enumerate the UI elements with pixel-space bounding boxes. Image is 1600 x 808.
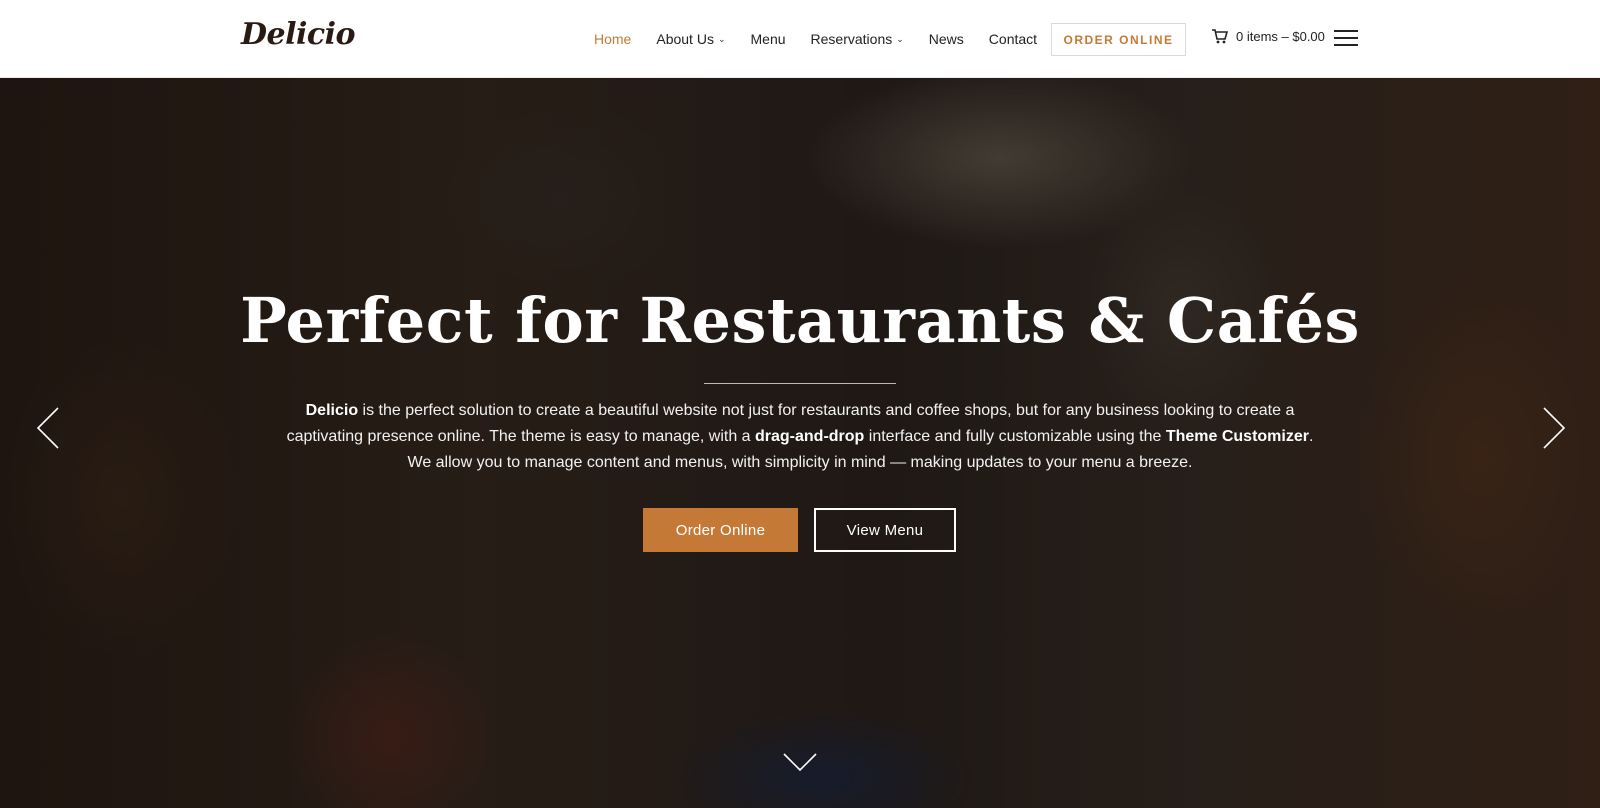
- nav-item-about-us[interactable]: About Us ⌄: [656, 31, 725, 47]
- nav-item-label: Reservations: [810, 31, 893, 47]
- chevron-down-icon: ⌄: [896, 33, 904, 44]
- hero-divider: [704, 383, 896, 384]
- scroll-down-icon[interactable]: [782, 750, 818, 774]
- hero-title: Perfect for Restaurants & Cafés: [240, 284, 1360, 357]
- nav-item-contact[interactable]: Contact: [989, 31, 1037, 47]
- hero-slider: Perfect for Restaurants & Cafés Delicio …: [0, 78, 1600, 808]
- site-header: Delicio Home About Us ⌄ Menu Reservation…: [0, 0, 1600, 78]
- hero-description: Delicio is the perfect solution to creat…: [282, 398, 1318, 476]
- nav-item-label: Home: [594, 31, 632, 47]
- hero-desc-brand: Delicio: [305, 402, 359, 419]
- order-online-button[interactable]: Order Online: [643, 508, 798, 552]
- order-online-header-button[interactable]: ORDER ONLINE: [1051, 23, 1186, 56]
- nav-item-reservations[interactable]: Reservations ⌄: [811, 31, 904, 47]
- hero-desc-text-2: interface and fully customizable using t…: [864, 428, 1166, 445]
- chevron-right-icon[interactable]: [1538, 406, 1568, 450]
- nav-item-news[interactable]: News: [929, 31, 964, 47]
- cart-summary: 0 items – $0.00: [1236, 29, 1325, 44]
- cart-icon: [1212, 29, 1228, 44]
- hamburger-menu-icon[interactable]: [1334, 30, 1358, 47]
- hero-desc-theme-customizer: Theme Customizer: [1165, 428, 1309, 445]
- nav-item-label: Contact: [988, 31, 1038, 47]
- main-nav: Home About Us ⌄ Menu Reservations ⌄ News…: [594, 0, 1062, 78]
- nav-item-home[interactable]: Home: [594, 31, 631, 47]
- nav-item-label: About Us: [656, 31, 714, 47]
- chevron-down-icon: ⌄: [717, 33, 726, 44]
- nav-item-label: News: [928, 31, 964, 47]
- site-logo[interactable]: Delicio: [241, 17, 356, 52]
- cart-link[interactable]: 0 items – $0.00: [1212, 29, 1325, 44]
- nav-item-label: Menu: [750, 31, 786, 47]
- chevron-left-icon[interactable]: [34, 406, 64, 450]
- hero-desc-drag-drop: drag-and-drop: [755, 428, 865, 445]
- nav-item-menu[interactable]: Menu: [751, 31, 786, 47]
- view-menu-button[interactable]: View Menu: [814, 508, 956, 552]
